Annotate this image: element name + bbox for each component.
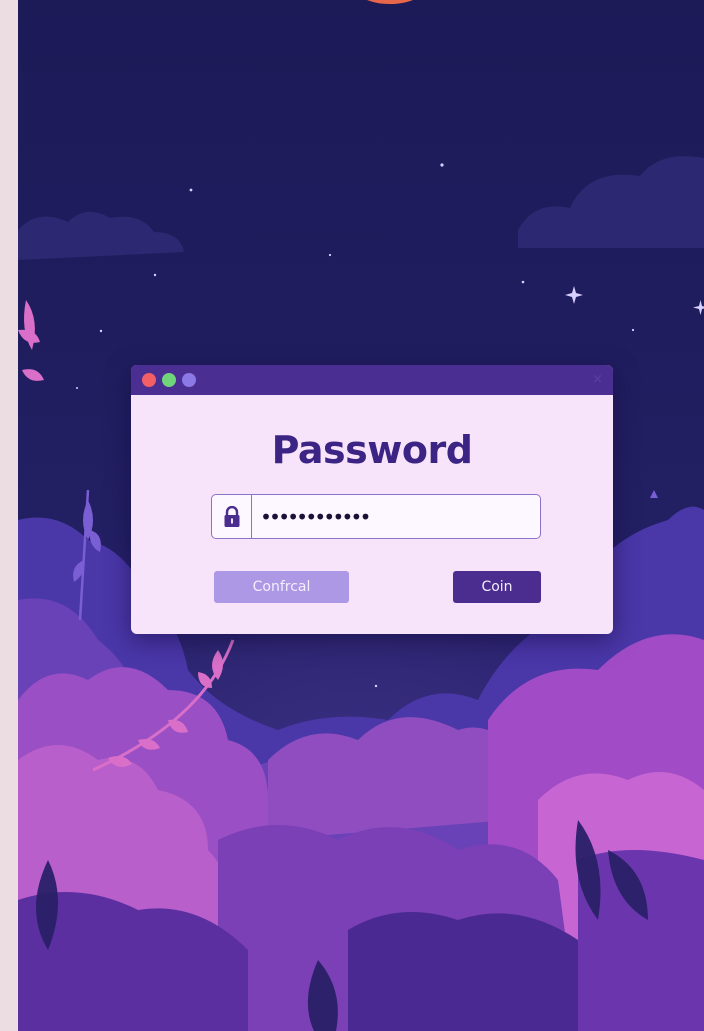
password-field[interactable]: •••••••••••• <box>211 494 541 539</box>
close-icon[interactable]: × <box>592 371 603 389</box>
close-traffic-light-button[interactable] <box>142 373 156 387</box>
coin-button[interactable]: Coin <box>453 571 541 603</box>
lock-icon <box>212 495 252 538</box>
password-dialog: × Password •••••••••••• Confrcal Coin <box>131 365 613 634</box>
maximize-traffic-light-button[interactable] <box>182 373 196 387</box>
dialog-title: Password <box>271 428 473 472</box>
minimize-traffic-light-button[interactable] <box>162 373 176 387</box>
password-input-value[interactable]: •••••••••••• <box>252 507 371 527</box>
confirm-button[interactable]: Confrcal <box>214 571 349 603</box>
page: × Password •••••••••••• Confrcal Coin <box>0 0 704 1031</box>
dialog-titlebar: × <box>131 365 613 395</box>
left-edge-strip <box>0 0 18 1031</box>
